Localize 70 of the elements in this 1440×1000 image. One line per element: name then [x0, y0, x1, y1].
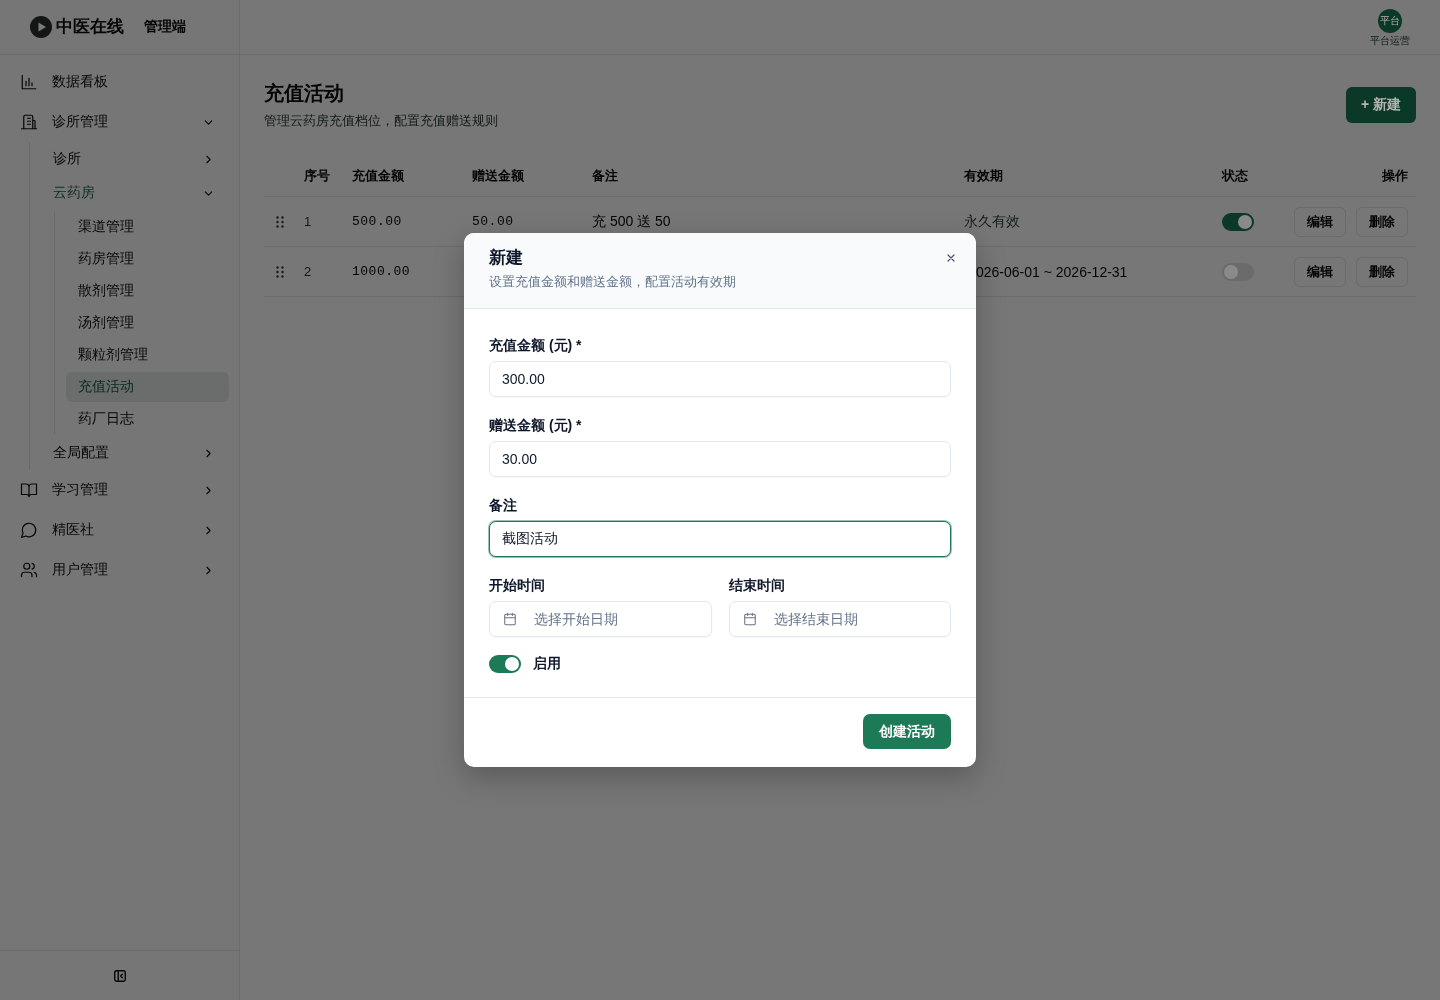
app-label: 管理端 — [144, 18, 186, 36]
sidebar-item[interactable]: 渠道管理 — [66, 212, 229, 242]
create-button[interactable]: 创建活动 — [863, 714, 951, 749]
bar-chart-icon — [20, 73, 38, 91]
sidebar-item[interactable]: 全局配置 — [30, 436, 229, 470]
brand-name: 中医在线 — [56, 16, 124, 37]
text-input[interactable]: 300.00 — [489, 361, 951, 397]
drag-handle-icon[interactable] — [276, 215, 284, 228]
field-label: 开始时间 — [489, 576, 546, 595]
sidebar-item[interactable]: 数据看板 — [10, 62, 229, 102]
book-icon — [20, 481, 38, 499]
sidebar-item[interactable]: 充值活动 — [66, 372, 229, 402]
sidebar-item[interactable]: 药厂日志 — [66, 404, 229, 434]
text-input[interactable]: 截图活动 — [489, 521, 951, 557]
toggle-switch[interactable] — [1222, 212, 1254, 231]
page-title: 充值活动 — [264, 81, 345, 106]
text-input[interactable]: 30.00 — [489, 441, 951, 477]
table-cell: 1 — [304, 214, 312, 229]
column-header: 序号 — [304, 166, 331, 185]
column-header: 有效期 — [964, 166, 1004, 185]
play-logo-icon — [30, 16, 52, 38]
sidebar-item[interactable]: 汤剂管理 — [66, 308, 229, 338]
action-button[interactable]: 编辑 — [1294, 206, 1346, 237]
calendar-icon — [742, 612, 757, 626]
dialog-title: 新建 — [489, 247, 524, 269]
sidebar-item[interactable]: 散剂管理 — [66, 276, 229, 306]
sidebar-item[interactable]: 药房管理 — [66, 244, 229, 274]
table-cell: 500.00 — [352, 214, 402, 229]
field-label: 备注 — [489, 496, 518, 515]
action-button[interactable]: 编辑 — [1294, 256, 1346, 287]
sidebar-item[interactable]: 精医社 — [10, 510, 229, 550]
new-button[interactable]: + 新建 — [1345, 87, 1416, 123]
sidebar-item[interactable]: 用户管理 — [10, 550, 229, 590]
field-label: 充值金额 (元) * — [489, 336, 583, 355]
table-cell-text: 026-06-01 ~ 2026-12-31 — [975, 263, 1128, 280]
date-field[interactable]: 选择结束日期 — [728, 601, 951, 637]
field-label: 结束时间 — [728, 576, 786, 595]
users-icon — [20, 561, 38, 579]
toggle-switch[interactable] — [1222, 262, 1254, 281]
sidebar-item[interactable]: 学习管理 — [10, 470, 229, 510]
sidebar-item[interactable]: 云药房 — [30, 176, 229, 210]
date-field[interactable]: 选择开始日期 — [489, 601, 712, 637]
column-header: 赠送金额 — [472, 166, 525, 185]
avatar[interactable]: 平台 — [1378, 9, 1402, 33]
sidebar-item[interactable]: 颗粒剂管理 — [66, 340, 229, 370]
table-cell: 充 500 送 50 — [592, 212, 671, 231]
column-header: 备注 — [592, 166, 619, 185]
building-icon — [20, 113, 38, 131]
sidebar-item[interactable]: 诊所管理 — [10, 102, 229, 142]
column-header: 状态 — [1222, 166, 1249, 185]
chat-bubble-icon — [20, 521, 38, 539]
table-cell: 永久有效 — [964, 212, 1020, 231]
table-cell: 1000.00 — [352, 264, 411, 279]
field-label: 赠送金额 (元) * — [489, 416, 583, 435]
action-button[interactable]: 删除 — [1356, 206, 1408, 237]
user-name: 平台运营 — [1370, 35, 1410, 47]
column-header: 操作 — [1381, 166, 1409, 185]
collapse-sidebar-icon[interactable] — [112, 968, 127, 983]
action-button[interactable]: 删除 — [1356, 256, 1408, 287]
page-subtitle: 管理云药房充值档位，配置充值赠送规则 — [264, 112, 498, 130]
table-cell: 2 — [304, 264, 312, 279]
sidebar-item[interactable]: 诊所 — [30, 142, 229, 176]
calendar-icon — [503, 612, 517, 626]
toggle-label: 启用 — [533, 655, 561, 673]
table-cell: 50.00 — [472, 214, 514, 229]
close-icon[interactable] — [945, 252, 957, 264]
toggle-switch[interactable] — [489, 655, 521, 673]
drag-handle-icon[interactable] — [276, 265, 284, 278]
column-header: 充值金额 — [352, 166, 405, 185]
dialog-subtitle: 设置充值金额和赠送金额，配置活动有效期 — [489, 273, 736, 291]
